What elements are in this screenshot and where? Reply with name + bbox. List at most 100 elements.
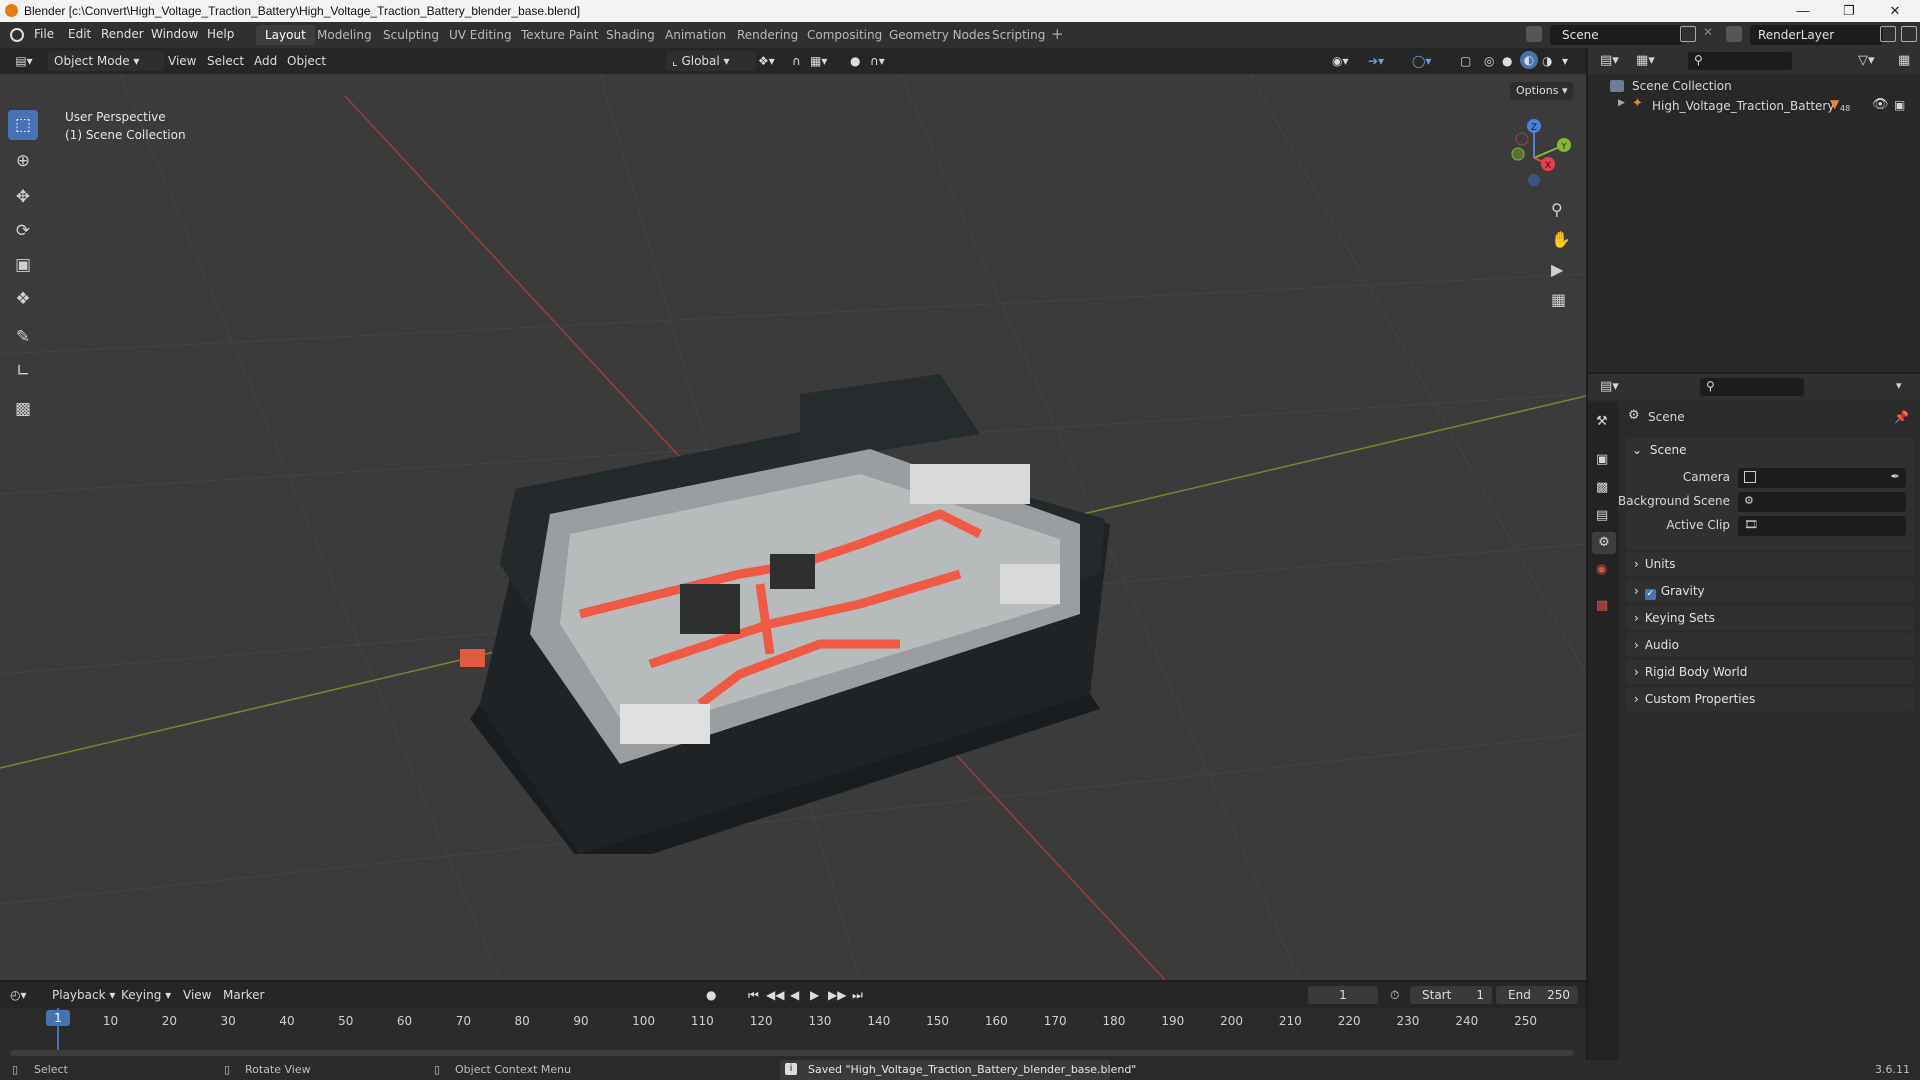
material-preview-shading-icon[interactable]: ◐	[1520, 51, 1538, 69]
tool-tab-icon[interactable]: ⚒	[1596, 414, 1608, 429]
proportional-editing-icon[interactable]: ●	[850, 51, 860, 71]
rigid-body-world-panel-header[interactable]: › Rigid Body World	[1626, 660, 1914, 684]
tab-shading[interactable]: Shading	[597, 25, 664, 45]
tab-rendering[interactable]: Rendering	[728, 25, 807, 45]
annotate-icon[interactable]: ✎	[8, 322, 38, 352]
shading-options-icon[interactable]: ▾	[1562, 51, 1568, 71]
wireframe-shading-icon[interactable]: ◎	[1484, 51, 1494, 71]
menu-help[interactable]: Help	[207, 27, 234, 41]
properties-options-icon[interactable]: ▾	[1896, 379, 1902, 392]
xray-toggle-icon[interactable]: ▢	[1460, 51, 1471, 71]
audio-panel-header[interactable]: › Audio	[1626, 633, 1914, 657]
menu-file[interactable]: File	[34, 27, 54, 41]
scene-panel-header[interactable]: ⌄ Scene	[1626, 438, 1914, 462]
gizmo-toggle-icon[interactable]: ➔▾	[1368, 51, 1384, 71]
proportional-falloff-icon[interactable]: ∩▾	[870, 51, 885, 71]
menu-edit[interactable]: Edit	[68, 27, 91, 41]
current-frame-field[interactable]: 1	[1308, 986, 1378, 1004]
snap-target-icon[interactable]: ▦▾	[810, 51, 827, 71]
menu-select[interactable]: Select	[207, 51, 244, 71]
view-layer-icon[interactable]	[1726, 26, 1742, 42]
minimize-icon[interactable]: —	[1780, 0, 1826, 22]
3d-viewport[interactable]: ⬚ ⊕ ✥ ⟳ ▣ ❖ ✎ ∟ ▩ User Perspective (1) S…	[0, 74, 1586, 980]
prev-keyframe-icon[interactable]: ◀◀	[766, 985, 784, 1005]
add-cube-icon[interactable]: ▩	[8, 394, 38, 424]
menu-keying[interactable]: Keying ▾	[121, 985, 171, 1005]
pivot-point-icon[interactable]: ❖▾	[758, 51, 775, 71]
play-icon[interactable]: ▶	[810, 985, 819, 1005]
measure-icon[interactable]: ∟	[8, 356, 38, 386]
options-dropdown[interactable]: Options ▾	[1510, 82, 1574, 100]
scene-name-field[interactable]: Scene	[1550, 25, 1682, 45]
timeline-editor-type-icon[interactable]: ◴▾	[10, 985, 27, 1005]
keying-sets-panel-header[interactable]: › Keying Sets	[1626, 606, 1914, 630]
tab-uv-editing[interactable]: UV Editing	[440, 25, 521, 45]
tab-animation[interactable]: Animation	[656, 25, 735, 45]
snap-icon[interactable]: ∩	[792, 51, 801, 71]
rendered-shading-icon[interactable]: ◑	[1542, 51, 1552, 71]
menu-render[interactable]: Render	[101, 27, 144, 41]
jump-end-icon[interactable]: ⏭	[852, 985, 863, 1005]
custom-properties-panel-header[interactable]: › Custom Properties	[1626, 687, 1914, 711]
gravity-checkbox[interactable]: ✓	[1644, 589, 1656, 600]
outliner-object-item[interactable]: High_Voltage_Traction_Battery	[1652, 99, 1834, 113]
record-icon[interactable]: ●	[706, 985, 716, 1005]
remove-view-layer-icon[interactable]	[1901, 26, 1917, 42]
properties-search-input[interactable]: ⚲	[1700, 378, 1804, 396]
transform-orientation-dropdown[interactable]: ⌞ Global ▾	[666, 51, 756, 71]
output-tab-icon[interactable]: ▩	[1596, 480, 1608, 495]
display-mode-icon[interactable]: ▦▾	[1636, 53, 1655, 68]
view-layer-tab-icon[interactable]: ▤	[1596, 508, 1608, 523]
menu-view[interactable]: View	[168, 51, 196, 71]
render-tab-icon[interactable]: ▣	[1596, 452, 1608, 467]
pin-icon[interactable]: 📌	[1894, 410, 1909, 424]
outliner-search-input[interactable]: ⚲	[1688, 52, 1792, 70]
outliner-editor-type-icon[interactable]: ▤▾	[1600, 53, 1619, 68]
menu-object[interactable]: Object	[287, 51, 326, 71]
properties-editor-type-icon[interactable]: ▤▾	[1600, 379, 1619, 394]
expand-arrow-icon[interactable]: ▶	[1618, 98, 1625, 108]
timeline-scrollbar[interactable]	[10, 1050, 1574, 1056]
jump-start-icon[interactable]: ⏮	[748, 985, 759, 1005]
end-frame-field[interactable]: End 250	[1496, 986, 1578, 1004]
scene-selector-icon[interactable]	[1526, 26, 1542, 42]
scale-icon[interactable]: ▣	[8, 250, 38, 280]
transform-icon[interactable]: ❖	[8, 284, 38, 314]
delete-scene-icon[interactable]: ✕	[1703, 25, 1713, 39]
maximize-icon[interactable]: ❐	[1826, 0, 1872, 22]
zoom-icon[interactable]: ⚲	[1551, 200, 1563, 219]
eye-icon[interactable]: 👁	[1872, 97, 1889, 112]
visibility-icon[interactable]: ◉▾	[1332, 51, 1349, 71]
tab-layout[interactable]: Layout	[256, 25, 315, 45]
units-panel-header[interactable]: › Units	[1626, 552, 1914, 576]
tab-modeling[interactable]: Modeling	[308, 25, 381, 45]
scene-tab-icon[interactable]: ⚙	[1592, 532, 1616, 554]
menu-window[interactable]: Window	[151, 27, 198, 41]
battery-pack-model[interactable]	[440, 374, 1180, 854]
new-collection-icon[interactable]: ▦	[1898, 53, 1910, 68]
start-frame-field[interactable]: Start 1	[1410, 986, 1492, 1004]
pan-hand-icon[interactable]: ✋	[1551, 230, 1571, 249]
cursor-icon[interactable]: ⊕	[8, 146, 38, 176]
camera-field[interactable]: ✒	[1738, 468, 1906, 488]
tab-sculpting[interactable]: Sculpting	[374, 25, 448, 45]
navigation-gizmo[interactable]: Z Y X	[1494, 114, 1574, 194]
filter-icon[interactable]: ▽▾	[1858, 53, 1875, 68]
select-box-icon[interactable]: ⬚	[8, 110, 38, 140]
add-workspace-icon[interactable]: +	[1051, 25, 1064, 43]
stopwatch-icon[interactable]: ⏱	[1390, 985, 1399, 1005]
active-clip-field[interactable]: 🎞	[1738, 516, 1906, 536]
menu-marker[interactable]: Marker	[223, 985, 264, 1005]
blender-menu-icon[interactable]	[10, 28, 24, 42]
object-mode-dropdown[interactable]: Object Mode ▾	[48, 51, 164, 71]
ortho-toggle-icon[interactable]: ▦	[1551, 290, 1566, 309]
new-view-layer-icon[interactable]	[1880, 26, 1896, 42]
menu-timeline-view[interactable]: View	[183, 985, 211, 1005]
tab-scripting[interactable]: Scripting	[983, 25, 1054, 45]
tab-geometry-nodes[interactable]: Geometry Nodes	[880, 25, 999, 45]
move-icon[interactable]: ✥	[8, 182, 38, 212]
play-reverse-icon[interactable]: ◀	[790, 985, 799, 1005]
new-scene-icon[interactable]	[1680, 26, 1696, 42]
solid-shading-icon[interactable]: ●	[1502, 51, 1512, 71]
menu-playback[interactable]: Playback ▾	[52, 985, 115, 1005]
